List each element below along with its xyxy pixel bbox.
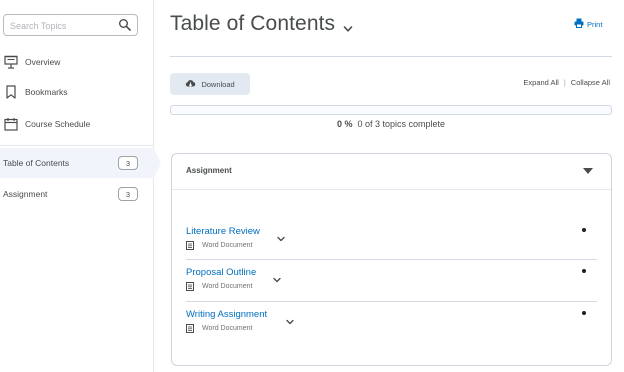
- module-header: Assignment: [172, 154, 611, 190]
- page-title: Table of Contents: [170, 12, 336, 35]
- progress-summary: 0 % 0 of 3 topics complete: [170, 119, 612, 129]
- header-divider: [170, 56, 612, 57]
- link-separator: |: [563, 78, 566, 87]
- progress-count: 0 of 3 topics complete: [357, 119, 446, 129]
- sidebar-item-label: Bookmarks: [25, 87, 68, 97]
- chevron-down-icon[interactable]: [276, 231, 286, 242]
- document-icon: [186, 324, 194, 333]
- unread-dot: [582, 311, 586, 315]
- unread-dot: [582, 269, 586, 273]
- document-icon: [186, 241, 194, 250]
- topic-link[interactable]: Proposal Outline: [186, 267, 256, 278]
- sidebar-item-label: Assignment: [3, 189, 48, 199]
- topic-link[interactable]: Writing Assignment: [186, 309, 267, 320]
- chevron-down-icon[interactable]: [272, 272, 282, 283]
- print-button[interactable]: Print: [574, 18, 602, 30]
- expand-all-link[interactable]: Expand All: [523, 78, 558, 87]
- expand-collapse-links: Expand All | Collapse All: [523, 78, 610, 87]
- collapse-all-link[interactable]: Collapse All: [571, 78, 610, 87]
- sidebar-divider: [0, 145, 154, 146]
- sidebar-item-assignment[interactable]: Assignment 3: [0, 179, 154, 209]
- topic-link[interactable]: Literature Review: [186, 226, 260, 237]
- download-label: Download: [201, 79, 235, 89]
- search-icon[interactable]: [118, 18, 132, 32]
- bookmark-icon: [3, 84, 19, 100]
- printer-icon: [574, 18, 584, 30]
- unread-dot: [582, 228, 586, 232]
- download-button[interactable]: Download: [170, 73, 250, 95]
- calendar-icon: [3, 116, 19, 132]
- chevron-down-icon[interactable]: [342, 22, 354, 34]
- print-label: Print: [587, 19, 603, 29]
- topic-type: Word Document: [202, 242, 253, 249]
- search-box: [3, 14, 138, 36]
- sidebar: Overview Bookmarks Course Schedule Table…: [0, 0, 161, 372]
- document-icon: [186, 282, 194, 291]
- sidebar-item-course-schedule[interactable]: Course Schedule: [0, 112, 150, 136]
- sidebar-item-bookmarks[interactable]: Bookmarks: [0, 80, 150, 104]
- sidebar-item-label: Course Schedule: [25, 119, 91, 129]
- sidebar-item-table-of-contents[interactable]: Table of Contents 3: [0, 148, 161, 178]
- progress-percent: 0 %: [336, 119, 353, 129]
- topic-meta: Word Document: [186, 282, 252, 291]
- topic-count-badge: 3: [118, 187, 138, 201]
- caret-down-icon[interactable]: [583, 168, 593, 174]
- cloud-download-icon: [185, 79, 196, 90]
- topic-item: Proposal Outline Word Document: [186, 267, 597, 309]
- module-card: Assignment Literature Review Word Docume…: [171, 153, 612, 366]
- search-input[interactable]: [10, 19, 115, 32]
- sidebar-item-overview[interactable]: Overview: [0, 50, 150, 74]
- sidebar-item-label: Table of Contents: [3, 158, 70, 168]
- topic-item: Writing Assignment Word Document: [186, 309, 597, 351]
- topic-meta: Word Document: [186, 324, 252, 333]
- topic-divider: [186, 301, 597, 302]
- topic-item: Literature Review Word Document: [186, 226, 597, 268]
- topic-divider: [186, 259, 597, 260]
- topic-type: Word Document: [202, 283, 253, 290]
- topic-type: Word Document: [202, 325, 253, 332]
- sidebar-item-label: Overview: [25, 57, 61, 67]
- module-title: Assignment: [186, 166, 232, 175]
- topic-meta: Word Document: [186, 241, 252, 250]
- progress-bar: [170, 105, 612, 115]
- chevron-down-icon[interactable]: [285, 314, 295, 325]
- topic-count-badge: 3: [118, 156, 138, 170]
- presentation-icon: [3, 54, 19, 70]
